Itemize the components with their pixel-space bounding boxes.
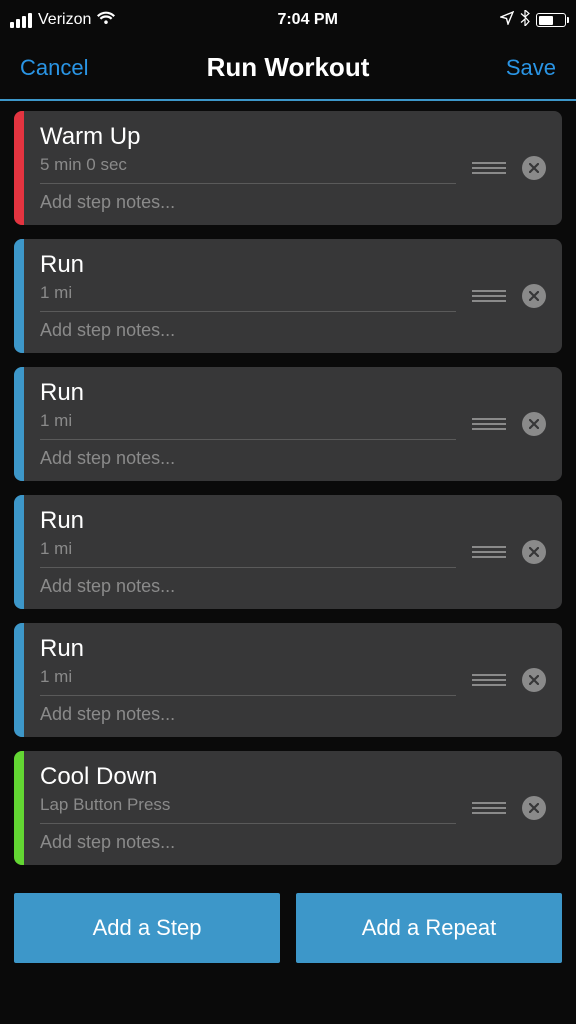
wifi-icon (97, 11, 115, 30)
time-label: 7:04 PM (115, 11, 500, 29)
step-body[interactable]: Run 1 mi Add step notes... (24, 239, 472, 353)
drag-handle-icon[interactable] (472, 418, 506, 430)
step-body[interactable]: Run 1 mi Add step notes... (24, 495, 472, 609)
location-icon (500, 11, 514, 30)
step-card[interactable]: Run 1 mi Add step notes... (14, 239, 562, 353)
step-title: Run (40, 379, 456, 407)
step-notes-input[interactable]: Add step notes... (40, 320, 456, 341)
status-right (500, 10, 566, 31)
step-title: Run (40, 251, 456, 279)
step-divider (40, 183, 456, 184)
save-button[interactable]: Save (476, 55, 556, 81)
cancel-button[interactable]: Cancel (20, 55, 100, 81)
step-accent (14, 367, 24, 481)
status-left: Verizon (10, 11, 115, 30)
step-divider (40, 695, 456, 696)
footer-buttons: Add a Step Add a Repeat (0, 879, 576, 983)
step-card[interactable]: Cool Down Lap Button Press Add step notes.… (14, 751, 562, 865)
step-title: Cool Down (40, 763, 456, 791)
drag-handle-icon[interactable] (472, 546, 506, 558)
step-divider (40, 567, 456, 568)
step-body[interactable]: Run 1 mi Add step notes... (24, 623, 472, 737)
step-accent (14, 623, 24, 737)
delete-step-button[interactable] (522, 156, 546, 180)
step-notes-input[interactable]: Add step notes... (40, 832, 456, 853)
step-accent (14, 495, 24, 609)
nav-bar: Cancel Run Workout Save (0, 40, 576, 99)
step-divider (40, 311, 456, 312)
drag-handle-icon[interactable] (472, 802, 506, 814)
step-subtitle: 1 mi (40, 667, 456, 687)
bluetooth-icon (520, 10, 530, 31)
step-body[interactable]: Cool Down Lap Button Press Add step notes.… (24, 751, 472, 865)
status-bar: Verizon 7:04 PM (0, 0, 576, 40)
step-accent (14, 239, 24, 353)
drag-handle-icon[interactable] (472, 290, 506, 302)
step-card[interactable]: Run 1 mi Add step notes... (14, 495, 562, 609)
add-step-button[interactable]: Add a Step (14, 893, 280, 963)
step-title: Run (40, 635, 456, 663)
page-title: Run Workout (100, 52, 476, 83)
step-title: Warm Up (40, 123, 456, 151)
step-notes-input[interactable]: Add step notes... (40, 192, 456, 213)
drag-handle-icon[interactable] (472, 674, 506, 686)
carrier-label: Verizon (38, 11, 91, 29)
delete-step-button[interactable] (522, 412, 546, 436)
step-subtitle: 1 mi (40, 539, 456, 559)
delete-step-button[interactable] (522, 540, 546, 564)
step-subtitle: 5 min 0 sec (40, 155, 456, 175)
signal-bars-icon (10, 13, 32, 28)
step-card[interactable]: Run 1 mi Add step notes... (14, 367, 562, 481)
step-controls (472, 111, 562, 225)
battery-fill (539, 16, 553, 25)
step-notes-input[interactable]: Add step notes... (40, 576, 456, 597)
step-divider (40, 439, 456, 440)
step-title: Run (40, 507, 456, 535)
step-controls (472, 623, 562, 737)
step-notes-input[interactable]: Add step notes... (40, 448, 456, 469)
battery-icon (536, 13, 566, 27)
add-repeat-button[interactable]: Add a Repeat (296, 893, 562, 963)
step-controls (472, 751, 562, 865)
step-notes-input[interactable]: Add step notes... (40, 704, 456, 725)
step-body[interactable]: Warm Up 5 min 0 sec Add step notes... (24, 111, 472, 225)
step-accent (14, 751, 24, 865)
step-controls (472, 495, 562, 609)
steps-list: Warm Up 5 min 0 sec Add step notes... Run 1 … (0, 101, 576, 865)
step-card[interactable]: Warm Up 5 min 0 sec Add step notes... (14, 111, 562, 225)
delete-step-button[interactable] (522, 668, 546, 692)
step-card[interactable]: Run 1 mi Add step notes... (14, 623, 562, 737)
step-divider (40, 823, 456, 824)
step-subtitle: 1 mi (40, 283, 456, 303)
drag-handle-icon[interactable] (472, 162, 506, 174)
step-controls (472, 239, 562, 353)
delete-step-button[interactable] (522, 284, 546, 308)
step-subtitle: 1 mi (40, 411, 456, 431)
delete-step-button[interactable] (522, 796, 546, 820)
step-accent (14, 111, 24, 225)
step-subtitle: Lap Button Press (40, 795, 456, 815)
step-controls (472, 367, 562, 481)
step-body[interactable]: Run 1 mi Add step notes... (24, 367, 472, 481)
